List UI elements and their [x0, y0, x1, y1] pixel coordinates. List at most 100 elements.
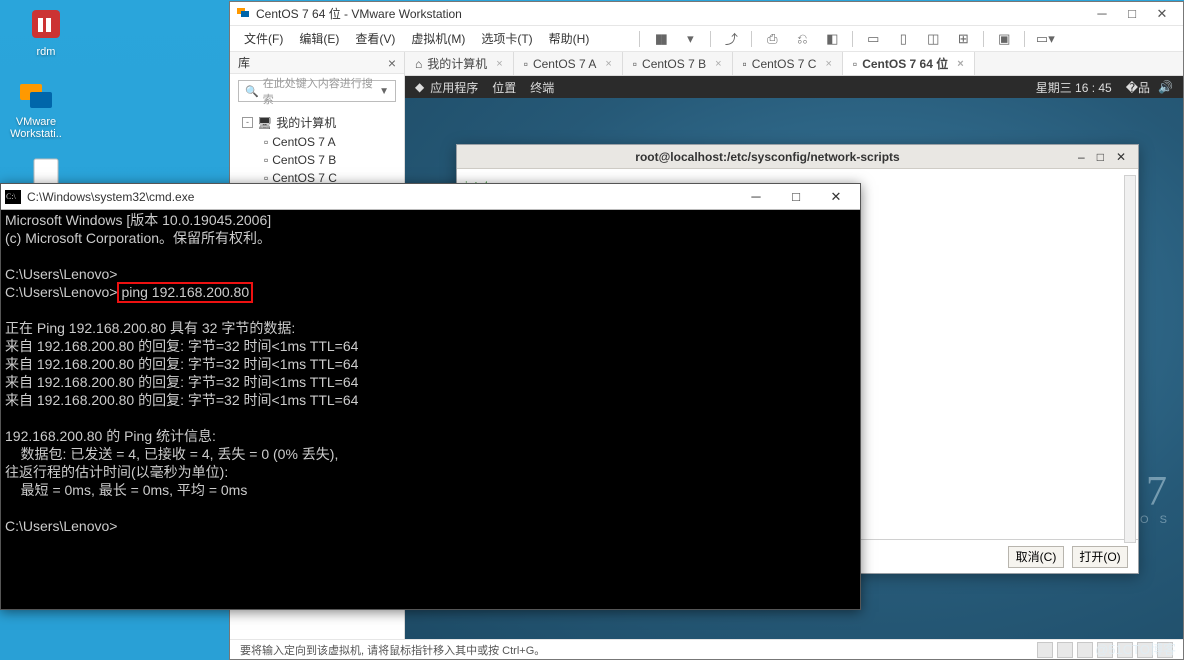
vm-icon: ▫: [264, 153, 268, 167]
snapshot-tree-icon[interactable]: ◧: [822, 29, 842, 49]
vmware-icon: [16, 74, 56, 114]
tab-close-icon[interactable]: ×: [715, 58, 721, 70]
vmware-statusbar: 要将输入定向到该虚拟机, 请将鼠标指针移入其中或按 Ctrl+G。: [230, 639, 1183, 659]
tab-close-icon[interactable]: ×: [825, 58, 831, 70]
statusbar-text: 要将输入定向到该虚拟机, 请将鼠标指针移入其中或按 Ctrl+G。: [240, 642, 545, 658]
cmd-titlebar[interactable]: C:\Windows\system32\cmd.exe ─ □ ✕: [1, 184, 860, 210]
desktop-icon-rdm[interactable]: rdm: [14, 4, 78, 58]
dropdown-icon[interactable]: ▾: [680, 29, 700, 49]
cmd-minimize-button[interactable]: ─: [736, 184, 776, 210]
unity-icon[interactable]: ▭▾: [1035, 29, 1055, 49]
sidebar-title: 库: [238, 54, 250, 71]
menu-view[interactable]: 查看(V): [349, 28, 401, 49]
cmd-close-button[interactable]: ✕: [816, 184, 856, 210]
ping-highlight: ping 192.168.200.80: [117, 282, 253, 303]
tree-root[interactable]: - 🖥 我的计算机: [236, 112, 398, 133]
tab-label: CentOS 7 64 位: [862, 55, 948, 72]
cmd-window: C:\Windows\system32\cmd.exe ─ □ ✕ Micros…: [0, 183, 861, 610]
terminal-titlebar[interactable]: root@localhost:/etc/sysconfig/network-sc…: [457, 145, 1138, 169]
gnome-clock: 星期三 16 : 45: [1036, 79, 1112, 96]
menu-help[interactable]: 帮助(H): [543, 28, 596, 49]
tab-label: CentOS 7 A: [533, 57, 596, 71]
term-close-icon[interactable]: ✕: [1116, 150, 1126, 164]
apps-icon[interactable]: ◆: [415, 80, 424, 94]
vmware-titlebar[interactable]: CentOS 7 64 位 - VMware Workstation ─ □ ✕: [230, 2, 1183, 26]
tab-centos-b[interactable]: ▫ CentOS 7 B ×: [623, 52, 733, 75]
tab-centos-a[interactable]: ▫ CentOS 7 A ×: [514, 52, 623, 75]
tab-centos-64[interactable]: ▫ CentOS 7 64 位 ×: [843, 52, 975, 75]
terminal-scrollbar[interactable]: [1124, 175, 1136, 543]
cmd-icon: [5, 190, 21, 204]
pause-button[interactable]: ▮▮: [650, 29, 670, 49]
term-max-icon[interactable]: □: [1097, 150, 1104, 164]
tree-item-label: CentOS 7 B: [272, 153, 336, 167]
layout3-icon[interactable]: ◫: [923, 29, 943, 49]
gnome-menu-apps[interactable]: 应用程序: [430, 79, 478, 96]
minimize-button[interactable]: ─: [1087, 6, 1117, 22]
status-device-icon[interactable]: [1037, 642, 1053, 658]
menu-file[interactable]: 文件(F): [238, 28, 289, 49]
tab-close-icon[interactable]: ×: [496, 58, 502, 70]
centos-watermark-7: 7: [1146, 468, 1167, 516]
status-device-icon[interactable]: [1057, 642, 1073, 658]
monitor-icon: 🖥: [257, 116, 272, 130]
window-buttons: ─ □ ✕: [1087, 6, 1177, 22]
layout2-icon[interactable]: ▯: [893, 29, 913, 49]
sidebar-tree: - 🖥 我的计算机 ▫CentOS 7 A ▫ CentOS 7 B ▫ CentO…: [230, 108, 404, 191]
send-button[interactable]: ⤴: [721, 29, 741, 49]
rdm-icon: [26, 4, 66, 44]
sidebar-close-icon[interactable]: ×: [388, 55, 396, 71]
tab-close-icon[interactable]: ×: [957, 58, 963, 70]
vmware-logo-icon: [236, 5, 250, 22]
maximize-button[interactable]: □: [1117, 6, 1147, 22]
gnome-panel: ◆ 应用程序 位置 终端 星期三 16 : 45 �品 🔊: [405, 76, 1183, 98]
gnome-menu-places[interactable]: 位置: [492, 79, 516, 96]
layout4-icon[interactable]: ⊞: [953, 29, 973, 49]
snapshot-icon[interactable]: ⎙: [762, 29, 782, 49]
tab-close-icon[interactable]: ×: [605, 58, 611, 70]
sidebar-search[interactable]: 🔍 在此处键入内容进行搜索 ▼: [238, 80, 396, 102]
screen-icon: ▫: [743, 57, 747, 71]
page-watermark: @51CTO博客: [1095, 639, 1176, 658]
desktop: rdm VMware Workstati.. CentOS 7 64 位 - V…: [0, 0, 1184, 660]
term-min-icon[interactable]: –: [1078, 150, 1085, 164]
menu-tabs[interactable]: 选项卡(T): [475, 28, 538, 49]
vmware-tabs: ⌂ 我的计算机 × ▫ CentOS 7 A × ▫ CentOS 7 B ×: [405, 52, 1183, 76]
cmd-body[interactable]: Microsoft Windows [版本 10.0.19045.2006] (…: [1, 210, 860, 609]
open-button[interactable]: 打开(O): [1072, 546, 1128, 568]
cancel-button[interactable]: 取消(C): [1008, 546, 1064, 568]
desktop-icon-label: VMware Workstati..: [4, 116, 68, 140]
network-icon[interactable]: �品: [1126, 79, 1150, 96]
fullscreen-icon[interactable]: ▣: [994, 29, 1014, 49]
vmware-menubar: 文件(F) 编辑(E) 查看(V) 虚拟机(M) 选项卡(T) 帮助(H) ▮▮…: [230, 26, 1183, 52]
layout1-icon[interactable]: ▭: [863, 29, 883, 49]
vmware-title: CentOS 7 64 位 - VMware Workstation: [256, 5, 462, 22]
volume-icon[interactable]: 🔊: [1158, 80, 1173, 94]
tab-label: 我的计算机: [427, 55, 487, 72]
screen-icon: ▫: [633, 57, 637, 71]
tree-item[interactable]: ▫CentOS 7 A: [236, 133, 398, 151]
collapse-icon[interactable]: -: [242, 117, 253, 128]
menu-vm[interactable]: 虚拟机(M): [405, 28, 471, 49]
cmd-maximize-button[interactable]: □: [776, 184, 816, 210]
status-device-icon[interactable]: [1077, 642, 1093, 658]
screen-icon: ▫: [853, 57, 857, 71]
snapshot-manager-icon[interactable]: ⎌: [792, 29, 812, 49]
search-dropdown-icon[interactable]: ▼: [379, 86, 389, 97]
tab-label: CentOS 7 C: [752, 57, 817, 71]
gnome-menu-terminal[interactable]: 终端: [530, 79, 554, 96]
cmd-title: C:\Windows\system32\cmd.exe: [27, 190, 194, 204]
search-placeholder: 在此处键入内容进行搜索: [263, 75, 379, 107]
screen-icon: ▫: [524, 57, 528, 71]
tree-root-label: 我的计算机: [276, 114, 336, 131]
desktop-icon-label: rdm: [14, 46, 78, 58]
tab-home[interactable]: ⌂ 我的计算机 ×: [405, 52, 514, 75]
vm-icon: ▫: [264, 135, 268, 149]
desktop-icon-vmware[interactable]: VMware Workstati..: [4, 74, 68, 140]
search-icon: 🔍: [245, 85, 259, 98]
menu-edit[interactable]: 编辑(E): [293, 28, 345, 49]
home-icon: ⌂: [415, 57, 422, 71]
tab-centos-c[interactable]: ▫ CentOS 7 C ×: [733, 52, 843, 75]
tree-item[interactable]: ▫ CentOS 7 B: [236, 151, 398, 169]
close-button[interactable]: ✕: [1147, 6, 1177, 22]
